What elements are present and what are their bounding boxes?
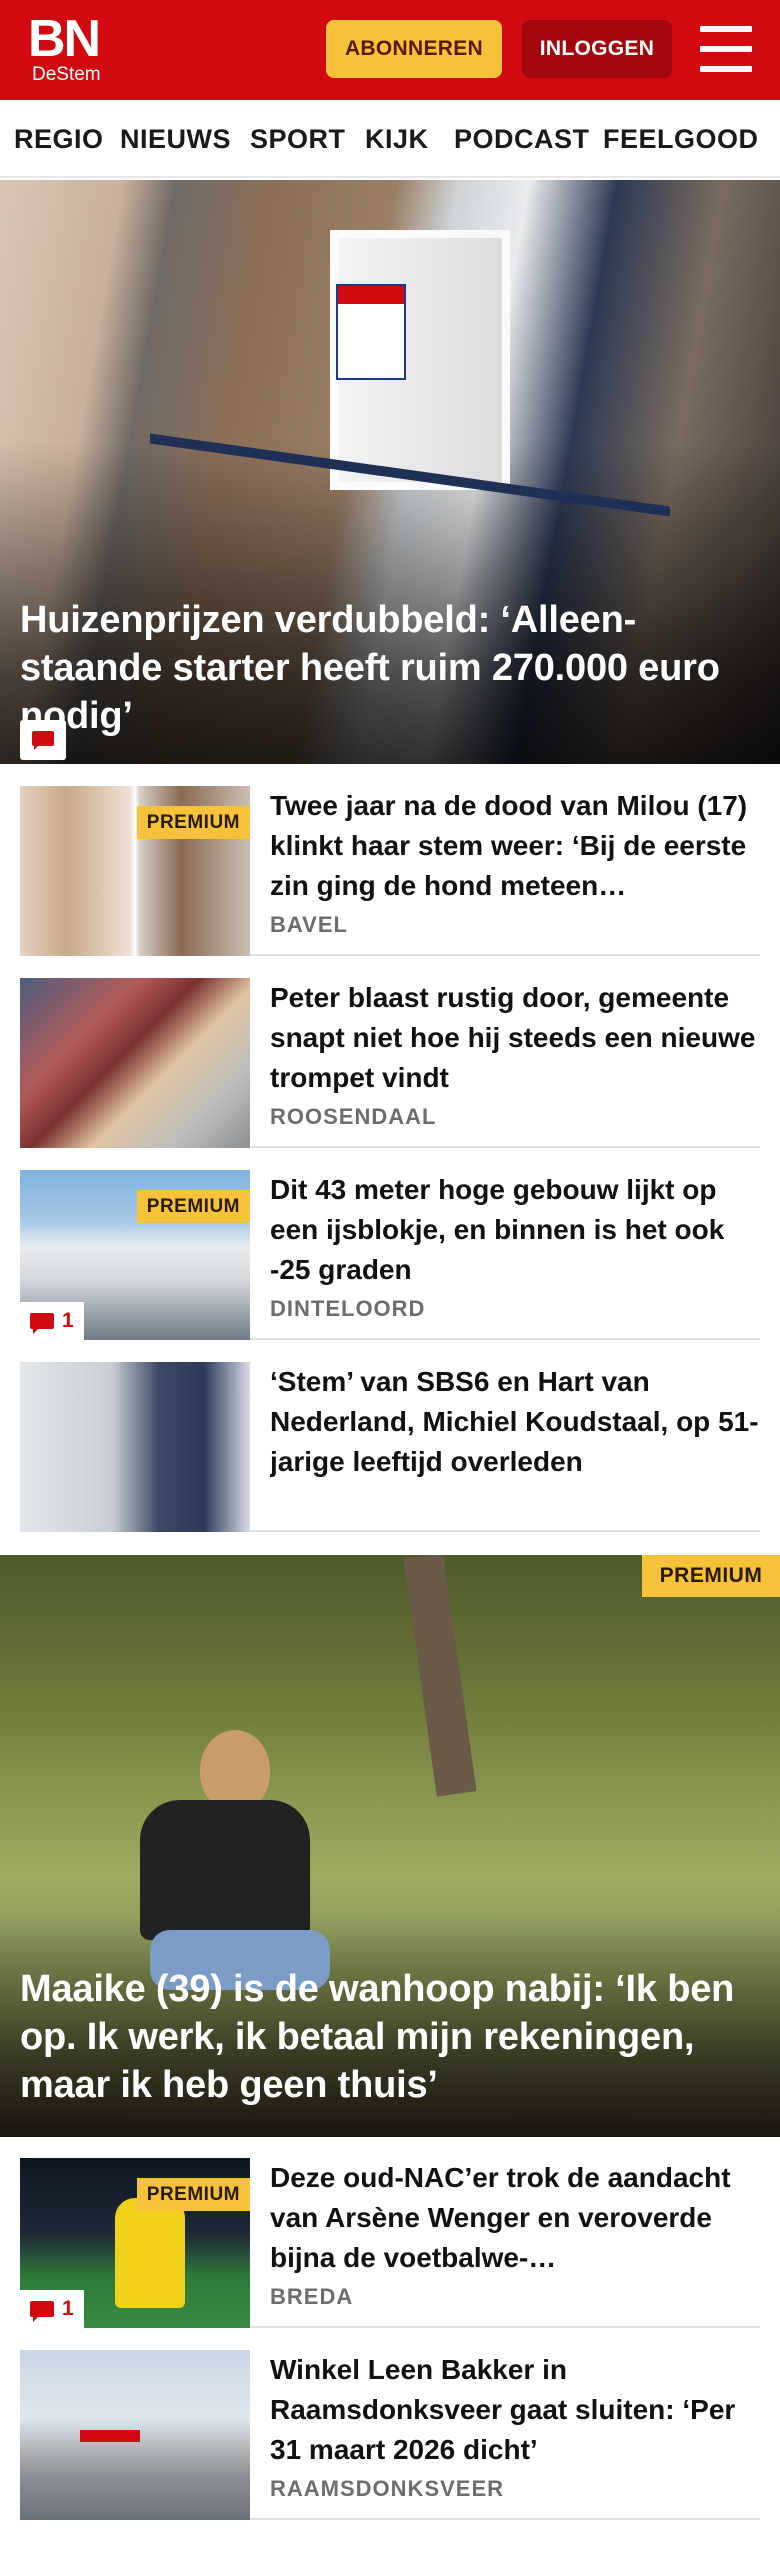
hero-image-tree	[403, 1555, 477, 1797]
hero-headline[interactable]: Huizenprijzen verdubbeld: ‘Alleen-staand…	[20, 596, 740, 740]
article-row[interactable]: ‘Stem’ van SBS6 en Hart van Nederland, M…	[20, 1342, 760, 1532]
logo-text: BN	[28, 10, 101, 68]
article-headline[interactable]: Twee jaar na de dood van Milou (17) klin…	[270, 786, 760, 906]
article-row[interactable]: PREMIUM Twee jaar na de dood van Milou (…	[20, 766, 760, 956]
article-thumbnail	[20, 2350, 250, 2520]
article-thumbnail	[20, 1362, 250, 1532]
nav-item-feelgood[interactable]: FEELGOOD	[603, 122, 759, 156]
top-bar: BN DeStem ABONNEREN INLOGGEN	[0, 0, 780, 100]
nav-item-sport[interactable]: SPORT	[250, 122, 346, 156]
nav-item-regio[interactable]: REGIO	[14, 122, 104, 156]
hero-headline[interactable]: Maaike (39) is de wanhoop nabij: ‘Ik ben…	[20, 1965, 740, 2109]
hero-article-housing[interactable]: Huizenprijzen verdubbeld: ‘Alleen-staand…	[0, 180, 780, 764]
comment-count: 1	[20, 2290, 84, 2328]
premium-badge: PREMIUM	[136, 1190, 250, 1223]
thumb-player-shirt	[115, 2198, 185, 2308]
article-headline[interactable]: Deze oud-NAC’er trok de aandacht van Ars…	[270, 2158, 760, 2278]
article-location: BAVEL	[270, 912, 348, 937]
article-thumbnail: PREMIUM 1	[20, 2158, 250, 2328]
bn-destem-logo[interactable]: BN DeStem	[28, 12, 112, 88]
thumb-store-sign	[80, 2430, 140, 2442]
comment-count-value: 1	[62, 2297, 74, 2320]
hamburger-icon[interactable]	[700, 26, 752, 72]
comment-count: 1	[20, 1302, 84, 1340]
article-thumbnail	[20, 978, 250, 1148]
article-row[interactable]: Peter blaast rustig door, gemeente snapt…	[20, 958, 760, 1148]
comment-icon	[30, 1313, 54, 1334]
section-nav: REGIO NIEUWS SPORT KIJK PODCAST FEELGOOD	[0, 100, 780, 178]
nav-item-kijk[interactable]: KIJK	[365, 122, 429, 156]
article-headline[interactable]: Winkel Leen Bakker in Raamsdonksveer gaa…	[270, 2350, 760, 2470]
article-headline[interactable]: Peter blaast rustig door, gemeente snapt…	[270, 978, 760, 1098]
article-location: DINTELOORD	[270, 1296, 426, 1321]
comment-count-value: 1	[62, 1309, 74, 1332]
article-row[interactable]: PREMIUM 1 Deze oud-NAC’er trok de aandac…	[20, 2138, 760, 2328]
article-location: RAAMSDONKSVEER	[270, 2476, 505, 2501]
premium-badge: PREMIUM	[642, 1555, 780, 1597]
article-location: ROOSENDAAL	[270, 1104, 437, 1129]
subscribe-button[interactable]: ABONNEREN	[326, 20, 502, 78]
hero-article-maaike[interactable]: Maaike (39) is de wanhoop nabij: ‘Ik ben…	[0, 1555, 780, 2137]
article-headline[interactable]: Dit 43 meter hoge gebouw lijkt op een ij…	[270, 1170, 760, 1290]
article-thumbnail: PREMIUM	[20, 786, 250, 956]
premium-badge: PREMIUM	[136, 2178, 250, 2211]
article-thumbnail: PREMIUM 1	[20, 1170, 250, 1340]
comment-icon	[30, 2301, 54, 2322]
article-row[interactable]: Winkel Leen Bakker in Raamsdonksveer gaa…	[20, 2330, 760, 2520]
article-headline[interactable]: ‘Stem’ van SBS6 en Hart van Nederland, M…	[270, 1362, 760, 1482]
nav-item-podcast[interactable]: PODCAST	[454, 122, 590, 156]
hero-image-for-sale-sign	[336, 284, 406, 380]
article-location: BREDA	[270, 2284, 354, 2309]
login-button[interactable]: INLOGGEN	[522, 20, 672, 78]
premium-badge: PREMIUM	[136, 806, 250, 839]
logo-subtext: DeStem	[32, 64, 101, 85]
nav-item-nieuws[interactable]: NIEUWS	[120, 122, 231, 156]
article-row[interactable]: PREMIUM 1 Dit 43 meter hoge gebouw lijkt…	[20, 1150, 760, 1340]
